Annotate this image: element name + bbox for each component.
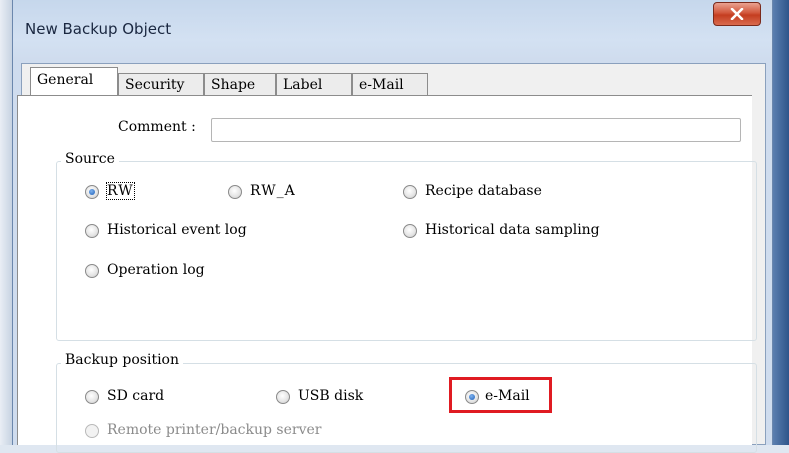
tab-label: e-Mail	[359, 77, 404, 93]
radio-historical-event-log[interactable]	[85, 224, 99, 238]
desktop-background-right	[773, 0, 789, 445]
tab-label: Security	[125, 77, 185, 93]
close-button[interactable]	[713, 2, 761, 26]
tab-general[interactable]: General	[30, 67, 118, 97]
radio-recipe-database[interactable]	[403, 185, 417, 199]
radio-rw-a[interactable]	[228, 185, 242, 199]
radio-rw-a-label[interactable]: RW_A	[250, 183, 296, 199]
radio-remote-printer-backup-server-label: Remote printer/backup server	[107, 422, 322, 438]
radio-historical-data-sampling-label[interactable]: Historical data sampling	[425, 222, 600, 238]
source-legend: Source	[61, 151, 119, 167]
tab-shape[interactable]: Shape	[204, 73, 276, 95]
radio-remote-printer-backup-server	[85, 424, 99, 438]
comment-label: Comment :	[118, 119, 196, 135]
radio-historical-event-log-label[interactable]: Historical event log	[107, 222, 247, 238]
tab-label[interactable]: Label	[276, 73, 352, 95]
desktop-background	[0, 0, 12, 445]
radio-operation-log-label[interactable]: Operation log	[107, 262, 205, 278]
close-icon	[730, 8, 744, 20]
radio-rw-label[interactable]: RW	[106, 182, 135, 200]
window-title: New Backup Object	[25, 20, 172, 38]
radio-usb-disk-label[interactable]: USB disk	[298, 388, 363, 404]
radio-operation-log[interactable]	[85, 264, 99, 278]
comment-input[interactable]	[211, 118, 741, 142]
radio-sd-card[interactable]	[85, 390, 99, 404]
tab-label: Shape	[211, 77, 256, 93]
backup-position-group	[56, 363, 757, 453]
backup-position-legend: Backup position	[61, 352, 183, 368]
radio-sd-card-label[interactable]: SD card	[107, 388, 164, 404]
email-highlight-box	[449, 377, 552, 413]
tab-label: Label	[283, 77, 323, 93]
radio-usb-disk[interactable]	[276, 390, 290, 404]
radio-rw[interactable]	[85, 185, 99, 199]
tab-email[interactable]: e-Mail	[352, 73, 428, 95]
radio-recipe-database-label[interactable]: Recipe database	[425, 183, 542, 199]
tab-label: General	[37, 72, 94, 88]
tab-security[interactable]: Security	[118, 73, 204, 95]
radio-historical-data-sampling[interactable]	[403, 224, 417, 238]
